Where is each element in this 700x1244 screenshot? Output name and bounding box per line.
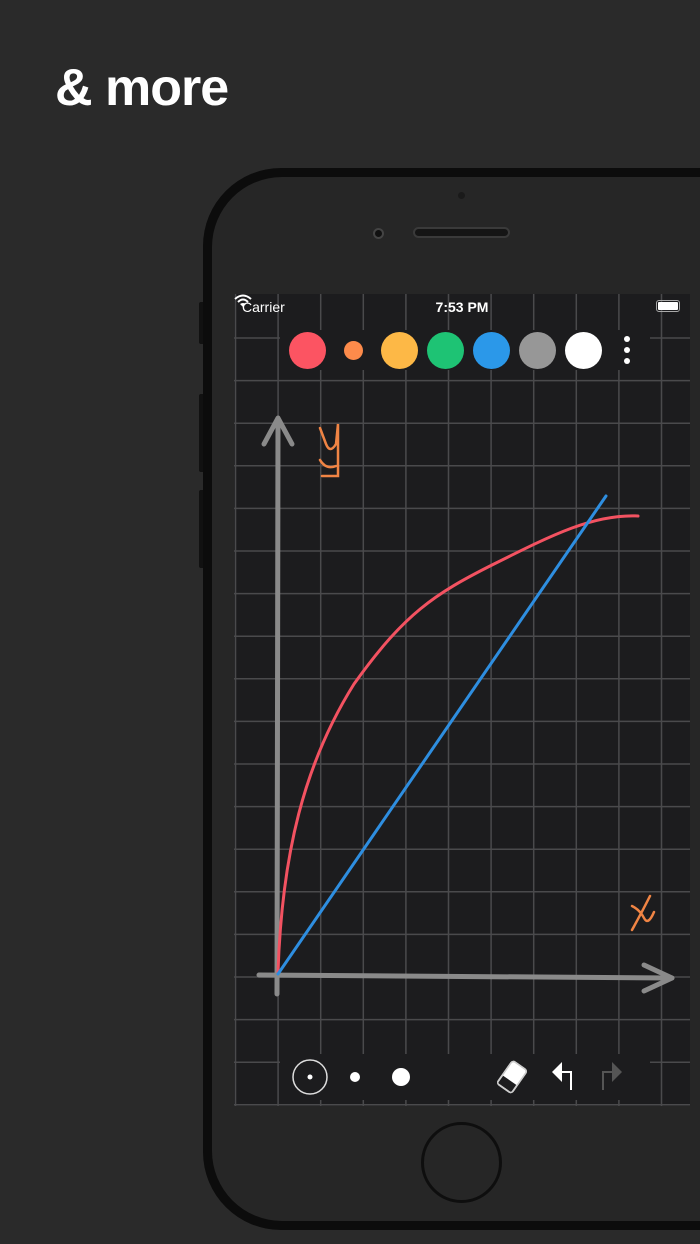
battery-icon (656, 300, 680, 312)
eraser-icon[interactable] (494, 1059, 530, 1095)
handwritten-x-label (630, 894, 656, 932)
color-swatch-yellow[interactable] (381, 332, 418, 369)
x-axis-stroke (256, 972, 675, 981)
grid (234, 294, 690, 1106)
color-swatch-blue[interactable] (473, 332, 510, 369)
earpiece-speaker (413, 227, 510, 238)
clock: 7:53 PM (435, 299, 489, 315)
headline: & more (55, 59, 229, 117)
home-button[interactable] (421, 1122, 502, 1203)
app-screen: Carrier 7:53 PM (234, 294, 690, 1106)
redo-icon[interactable] (594, 1060, 624, 1094)
color-palette (280, 330, 650, 370)
color-swatch-orange[interactable] (344, 341, 363, 360)
drawing-canvas[interactable] (234, 294, 690, 1106)
brush-size-large-button[interactable] (390, 1066, 412, 1088)
sensor (458, 192, 465, 199)
front-camera (373, 228, 384, 239)
y-axis-stroke (274, 419, 281, 997)
color-swatch-gray[interactable] (519, 332, 556, 369)
status-bar: Carrier 7:53 PM (234, 294, 690, 320)
undo-icon[interactable] (550, 1060, 580, 1094)
color-swatch-green[interactable] (427, 332, 464, 369)
brush-size-medium-button[interactable] (346, 1068, 364, 1086)
tool-bar (280, 1054, 650, 1100)
handwritten-y-label (318, 423, 340, 478)
more-options-icon[interactable] (624, 336, 632, 369)
brush-size-small-button[interactable] (291, 1058, 329, 1096)
color-swatch-white[interactable] (565, 332, 602, 369)
color-swatch-red[interactable] (289, 332, 326, 369)
red-curve-stroke (276, 514, 640, 974)
